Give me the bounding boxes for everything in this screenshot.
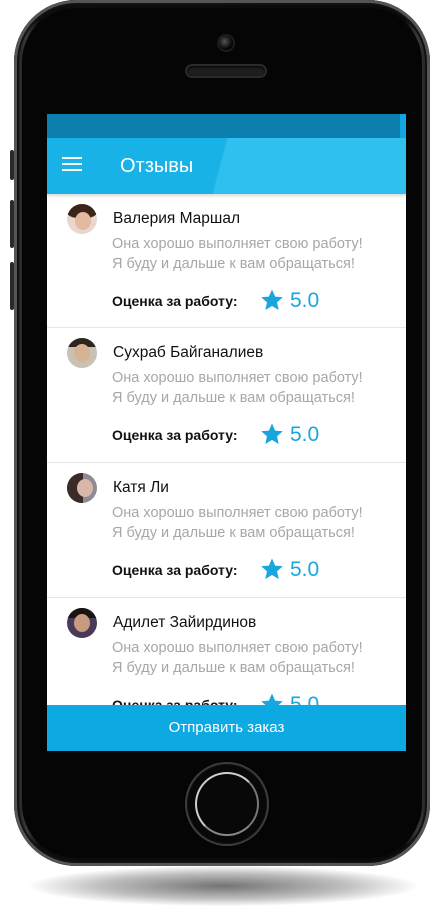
avatar[interactable] xyxy=(67,338,97,368)
rating-label: Оценка за работу: xyxy=(112,427,238,443)
avatar[interactable] xyxy=(67,608,97,638)
reviewer-name: Адилет Зайирдинов xyxy=(113,614,257,631)
review-item: Валерия Маршал Она хорошо выполняет свою… xyxy=(47,194,406,328)
review-text: Она хорошо выполняет свою работу! Я буду… xyxy=(112,503,402,543)
review-text-line: Она хорошо выполняет свою работу! xyxy=(112,236,363,252)
star-icon xyxy=(261,289,283,310)
avatar[interactable] xyxy=(67,473,97,503)
reviewer-name: Валерия Маршал xyxy=(113,210,241,227)
review-text-line: Я буду и дальше к вам обращаться! xyxy=(112,660,355,676)
status-bar xyxy=(47,114,406,138)
review-text-line: Я буду и дальше к вам обращаться! xyxy=(112,256,355,272)
rating-label: Оценка за работу: xyxy=(112,562,238,578)
front-camera xyxy=(219,36,233,50)
home-button[interactable] xyxy=(187,764,267,844)
app-screen: Отзывы Валерия Маршал Она хорошо выполня… xyxy=(47,114,406,751)
reviewer-name: Сухраб Байганалиев xyxy=(113,344,264,361)
review-text-line: Она хорошо выполняет свою работу! xyxy=(112,370,363,386)
star-icon xyxy=(261,558,283,579)
mute-switch xyxy=(10,150,14,180)
review-text-line: Я буду и дальше к вам обращаться! xyxy=(112,390,355,406)
volume-down-button xyxy=(10,262,14,310)
review-text-line: Она хорошо выполняет свою работу! xyxy=(112,505,363,521)
avatar[interactable] xyxy=(67,204,97,234)
submit-order-button[interactable]: Отправить заказ xyxy=(47,705,406,751)
mockup-stage: Отзывы Валерия Маршал Она хорошо выполня… xyxy=(0,0,446,916)
review-text: Она хорошо выполняет свою работу! Я буду… xyxy=(112,234,402,274)
star-icon xyxy=(261,423,283,444)
review-text-line: Я буду и дальше к вам обращаться! xyxy=(112,525,355,541)
rating-value: 5.0 xyxy=(290,423,320,446)
rating-label: Оценка за работу: xyxy=(112,293,238,309)
volume-up-button xyxy=(10,200,14,248)
review-text: Она хорошо выполняет свою работу! Я буду… xyxy=(112,638,402,678)
page-title: Отзывы xyxy=(120,155,194,177)
status-bar-accent xyxy=(400,114,406,138)
rating-value: 5.0 xyxy=(290,558,320,581)
app-bar: Отзывы xyxy=(47,138,406,194)
menu-icon[interactable] xyxy=(62,157,82,173)
earpiece-speaker xyxy=(187,66,265,76)
rating-value: 5.0 xyxy=(290,289,320,312)
review-item: Сухраб Байганалиев Она хорошо выполняет … xyxy=(47,328,406,463)
phone-shadow xyxy=(30,866,416,906)
review-text: Она хорошо выполняет свою работу! Я буду… xyxy=(112,368,402,408)
reviewer-name: Катя Ли xyxy=(113,479,169,496)
review-text-line: Она хорошо выполняет свою работу! xyxy=(112,640,363,656)
review-item: Катя Ли Она хорошо выполняет свою работу… xyxy=(47,463,406,598)
reviews-list[interactable]: Валерия Маршал Она хорошо выполняет свою… xyxy=(47,194,406,733)
